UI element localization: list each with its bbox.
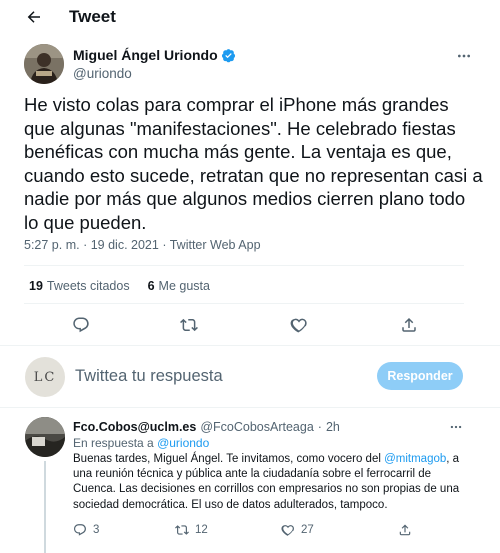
back-button[interactable] — [23, 6, 45, 28]
reply-more-button[interactable] — [446, 419, 466, 435]
quote-tweets-link[interactable]: 19 Tweets citados — [29, 279, 130, 293]
reply-input[interactable]: Twittea tu respuesta — [75, 367, 223, 386]
more-horizontal-icon — [458, 54, 470, 58]
reply-header: Fco.Cobos@uclm.es @FcoCobosArteaga · 2h — [73, 420, 340, 434]
tweet-stats: 19 Tweets citados 6 Me gusta — [29, 279, 210, 293]
replying-to-link[interactable]: @uriondo — [157, 436, 209, 450]
reply-actions: 3 12 27 — [73, 523, 473, 541]
author-name[interactable]: Miguel Ángel Uriondo — [73, 47, 236, 63]
tweet-time[interactable]: 5:27 p. m. — [24, 238, 80, 252]
avatar-photo — [24, 44, 64, 84]
tweet-source[interactable]: Twitter Web App — [170, 238, 261, 252]
share-icon — [399, 524, 411, 536]
retweet-icon — [180, 318, 198, 332]
share-icon — [402, 317, 416, 332]
reply-submit-button[interactable]: Responder — [377, 362, 463, 390]
author-handle[interactable]: @uriondo — [73, 66, 132, 81]
reply-avatar[interactable] — [25, 417, 65, 457]
divider — [0, 345, 500, 346]
more-options-button[interactable] — [454, 46, 474, 66]
more-horizontal-icon — [450, 425, 462, 429]
tweet-actions — [0, 311, 500, 339]
avatar-initials: LC — [33, 369, 57, 385]
top-bar: Tweet — [0, 0, 500, 34]
reply-icon — [73, 317, 89, 333]
like-label: Me gusta — [158, 279, 210, 293]
reply-icon — [74, 524, 86, 536]
retweet-icon — [175, 525, 189, 535]
avatar[interactable] — [24, 44, 64, 84]
tweet-meta: 5:27 p. m. · 19 dic. 2021 · Twitter Web … — [24, 238, 261, 252]
reply-reply-button[interactable]: 3 — [73, 523, 99, 537]
reply-composer: LC Twittea tu respuesta Responder — [0, 355, 500, 400]
thread-line — [44, 461, 46, 553]
retweet-button[interactable] — [178, 314, 200, 336]
reply-like-count: 27 — [301, 524, 314, 536]
reply-author-name[interactable]: Fco.Cobos@uclm.es — [73, 420, 196, 434]
tweet-date[interactable]: 19 dic. 2021 — [91, 238, 159, 252]
page-title: Tweet — [69, 7, 116, 26]
replying-to: En respuesta a @uriondo — [73, 436, 210, 450]
author-name-text[interactable]: Miguel Ángel Uriondo — [73, 47, 218, 63]
reply-like-button[interactable]: 27 — [281, 523, 314, 537]
reply-author-handle[interactable]: @FcoCobosArteaga — [200, 420, 313, 434]
verified-badge-icon — [221, 48, 235, 62]
divider — [0, 407, 500, 408]
likes-link[interactable]: 6 Me gusta — [148, 279, 210, 293]
heart-icon — [281, 525, 294, 536]
mention-link[interactable]: @mitmagob — [384, 453, 446, 465]
quote-label: Tweets citados — [46, 279, 130, 293]
avatar-photo — [25, 417, 65, 457]
reply-text: Buenas tardes, Miguel Ángel. Te invitamo… — [73, 453, 460, 511]
heart-icon — [290, 318, 307, 333]
reply-age[interactable]: 2h — [326, 420, 340, 434]
reply-share-button[interactable] — [398, 523, 412, 537]
reply-button[interactable] — [70, 314, 92, 336]
divider — [24, 303, 464, 304]
like-count: 6 — [147, 279, 155, 293]
like-button[interactable] — [288, 314, 310, 336]
user-avatar[interactable]: LC — [25, 357, 65, 397]
quote-count: 19 — [29, 279, 43, 293]
reply-retweet-count: 12 — [195, 524, 208, 536]
arrow-left-icon — [27, 11, 40, 23]
reply-retweet-button[interactable]: 12 — [175, 523, 208, 537]
tweet-author: Miguel Ángel Uriondo @uriondo — [24, 44, 484, 84]
reply-tweet[interactable]: Fco.Cobos@uclm.es @FcoCobosArteaga · 2h … — [0, 417, 500, 553]
tweet-text: He visto colas para comprar el iPhone má… — [24, 94, 483, 233]
reply-reply-count: 3 — [93, 524, 100, 536]
divider — [24, 265, 464, 266]
share-button[interactable] — [398, 314, 420, 336]
